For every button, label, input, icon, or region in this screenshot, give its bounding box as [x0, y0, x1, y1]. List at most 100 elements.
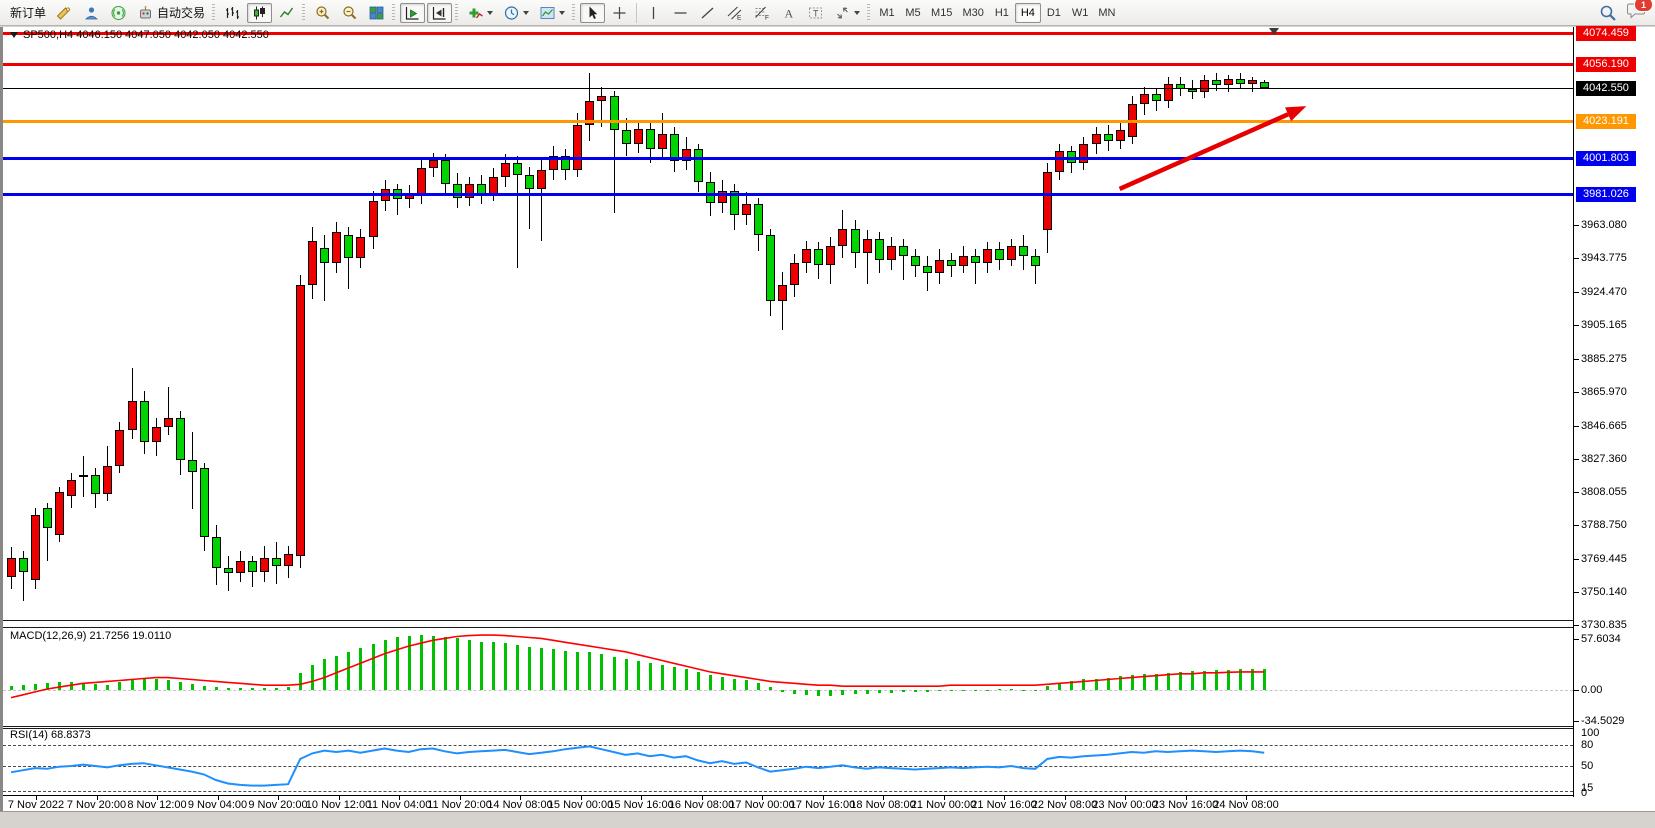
timeframe-W1[interactable]: W1	[1067, 3, 1094, 23]
timeframe-M1[interactable]: M1	[874, 3, 900, 23]
channel-icon: E	[726, 5, 743, 21]
time-axis-label: 14 Nov 08:00	[487, 799, 552, 811]
candle	[248, 561, 257, 571]
timeframe-M30[interactable]: M30	[957, 3, 988, 23]
arrows-shapes-button[interactable]	[830, 3, 864, 23]
trendline-button[interactable]	[695, 3, 720, 23]
candle	[1104, 134, 1113, 141]
autotrading-button[interactable]: 自动交易	[133, 3, 209, 23]
community-button[interactable]	[79, 3, 104, 23]
signals-button[interactable]	[106, 3, 131, 23]
candle	[525, 175, 534, 189]
candlestick-chart-button[interactable]	[247, 3, 272, 23]
candle	[260, 558, 269, 572]
candle	[597, 96, 606, 101]
macd-histogram-bar	[34, 684, 37, 690]
price-level-line[interactable]	[3, 120, 1573, 123]
timeframe-M15[interactable]: M15	[926, 3, 957, 23]
price-level-line[interactable]	[3, 88, 1573, 89]
candle	[1079, 144, 1088, 163]
autoscroll-button[interactable]	[400, 3, 425, 23]
equidistant-channel-button[interactable]: E	[722, 3, 747, 23]
macd-histogram-bar	[1070, 681, 1073, 690]
macd-histogram-bar	[215, 687, 218, 690]
templates-button[interactable]	[535, 3, 569, 23]
macd-axis-tick: 0.00	[1581, 684, 1602, 696]
fibonacci-button[interactable]: F	[749, 3, 774, 23]
text-label-icon: T	[807, 5, 824, 21]
price-level-line[interactable]	[3, 193, 1573, 196]
price-axis-tickmark	[1574, 592, 1579, 593]
horizontal-line-button[interactable]	[668, 3, 693, 23]
macd-histogram-bar	[106, 685, 109, 690]
new-order-button[interactable]: 新订单	[3, 3, 50, 23]
timeframe-H4[interactable]: H4	[1015, 3, 1041, 23]
chart-window[interactable]: SP500,H4 4046.150 4047.050 4042.050 4042…	[0, 27, 1655, 811]
macd-histogram-bar	[528, 647, 531, 690]
price-axis-separator	[1573, 27, 1574, 797]
search-icon[interactable]	[1599, 4, 1617, 22]
toolbar-grip	[212, 4, 215, 22]
macd-histogram-bar	[263, 688, 266, 690]
chart-shift-button[interactable]	[427, 3, 452, 23]
timeframe-M5[interactable]: M5	[900, 3, 926, 23]
candle	[802, 249, 811, 263]
macd-axis-tickmark	[1574, 690, 1579, 691]
text-button[interactable]: A	[776, 3, 801, 23]
macd-histogram-bar	[179, 682, 182, 690]
notifications-button[interactable]: 1	[1627, 1, 1647, 24]
price-level-line[interactable]	[3, 157, 1573, 160]
timeframe-H1[interactable]: H1	[989, 3, 1015, 23]
macd-histogram-bar	[1143, 674, 1146, 690]
candle	[200, 468, 209, 537]
macd-histogram-bar	[1155, 674, 1158, 690]
zoom-in-button[interactable]	[310, 3, 335, 23]
macd-axis-tick: 57.6034	[1581, 633, 1621, 645]
macd-histogram-bar	[745, 680, 748, 690]
pane-splitter-macd[interactable]	[3, 620, 1573, 628]
price-axis-tickmark	[1574, 426, 1579, 427]
macd-histogram-bar	[480, 642, 483, 690]
cursor-button[interactable]	[580, 3, 605, 23]
macd-histogram-bar	[661, 665, 664, 690]
macd-histogram-bar	[1107, 678, 1110, 690]
vertical-line-button[interactable]	[641, 3, 666, 23]
time-axis-label: 22 Nov 08:00	[1032, 799, 1097, 811]
zoom-out-button[interactable]	[337, 3, 362, 23]
candle	[513, 163, 522, 175]
line-chart-button[interactable]	[274, 3, 299, 23]
crosshair-button[interactable]	[607, 3, 632, 23]
price-level-line[interactable]	[3, 63, 1573, 66]
macd-histogram-bar	[1227, 670, 1230, 690]
macd-histogram-bar	[492, 642, 495, 690]
candle	[1248, 80, 1257, 83]
macd-histogram-bar	[829, 690, 832, 696]
periods-button[interactable]	[499, 3, 533, 23]
macd-histogram-bar	[1119, 676, 1122, 690]
chart-shift-marker-icon[interactable]	[1269, 28, 1279, 35]
timeframe-D1[interactable]: D1	[1041, 3, 1067, 23]
indicators-button[interactable]	[463, 3, 497, 23]
macd-histogram-bar	[805, 690, 808, 695]
macd-histogram-bar	[444, 637, 447, 690]
price-axis-tickmark	[1574, 625, 1579, 626]
alert-horn-button[interactable]	[52, 3, 77, 23]
price-axis-tick: 3730.835	[1581, 619, 1627, 631]
time-axis-label: 16 Nov 08:00	[669, 799, 734, 811]
tile-windows-button[interactable]	[364, 3, 389, 23]
trend-arrow-line[interactable]	[1120, 114, 1288, 189]
text-label-button[interactable]: T	[803, 3, 828, 23]
macd-histogram-bar	[697, 672, 700, 690]
candle	[369, 201, 378, 237]
macd-histogram-bar	[1131, 675, 1134, 690]
timeframe-MN[interactable]: MN	[1093, 3, 1120, 23]
macd-histogram-bar	[757, 683, 760, 690]
candle	[441, 160, 450, 184]
time-axis-tickmark	[97, 796, 98, 800]
pane-splitter-rsi[interactable]	[3, 726, 1573, 729]
macd-histogram-bar	[131, 680, 134, 690]
timeframe-group: M1M5M15M30H1H4D1W1MN	[874, 2, 1120, 24]
time-axis-line	[3, 795, 1573, 796]
bar-chart-button[interactable]	[220, 3, 245, 23]
macd-histogram-bar	[251, 688, 254, 690]
